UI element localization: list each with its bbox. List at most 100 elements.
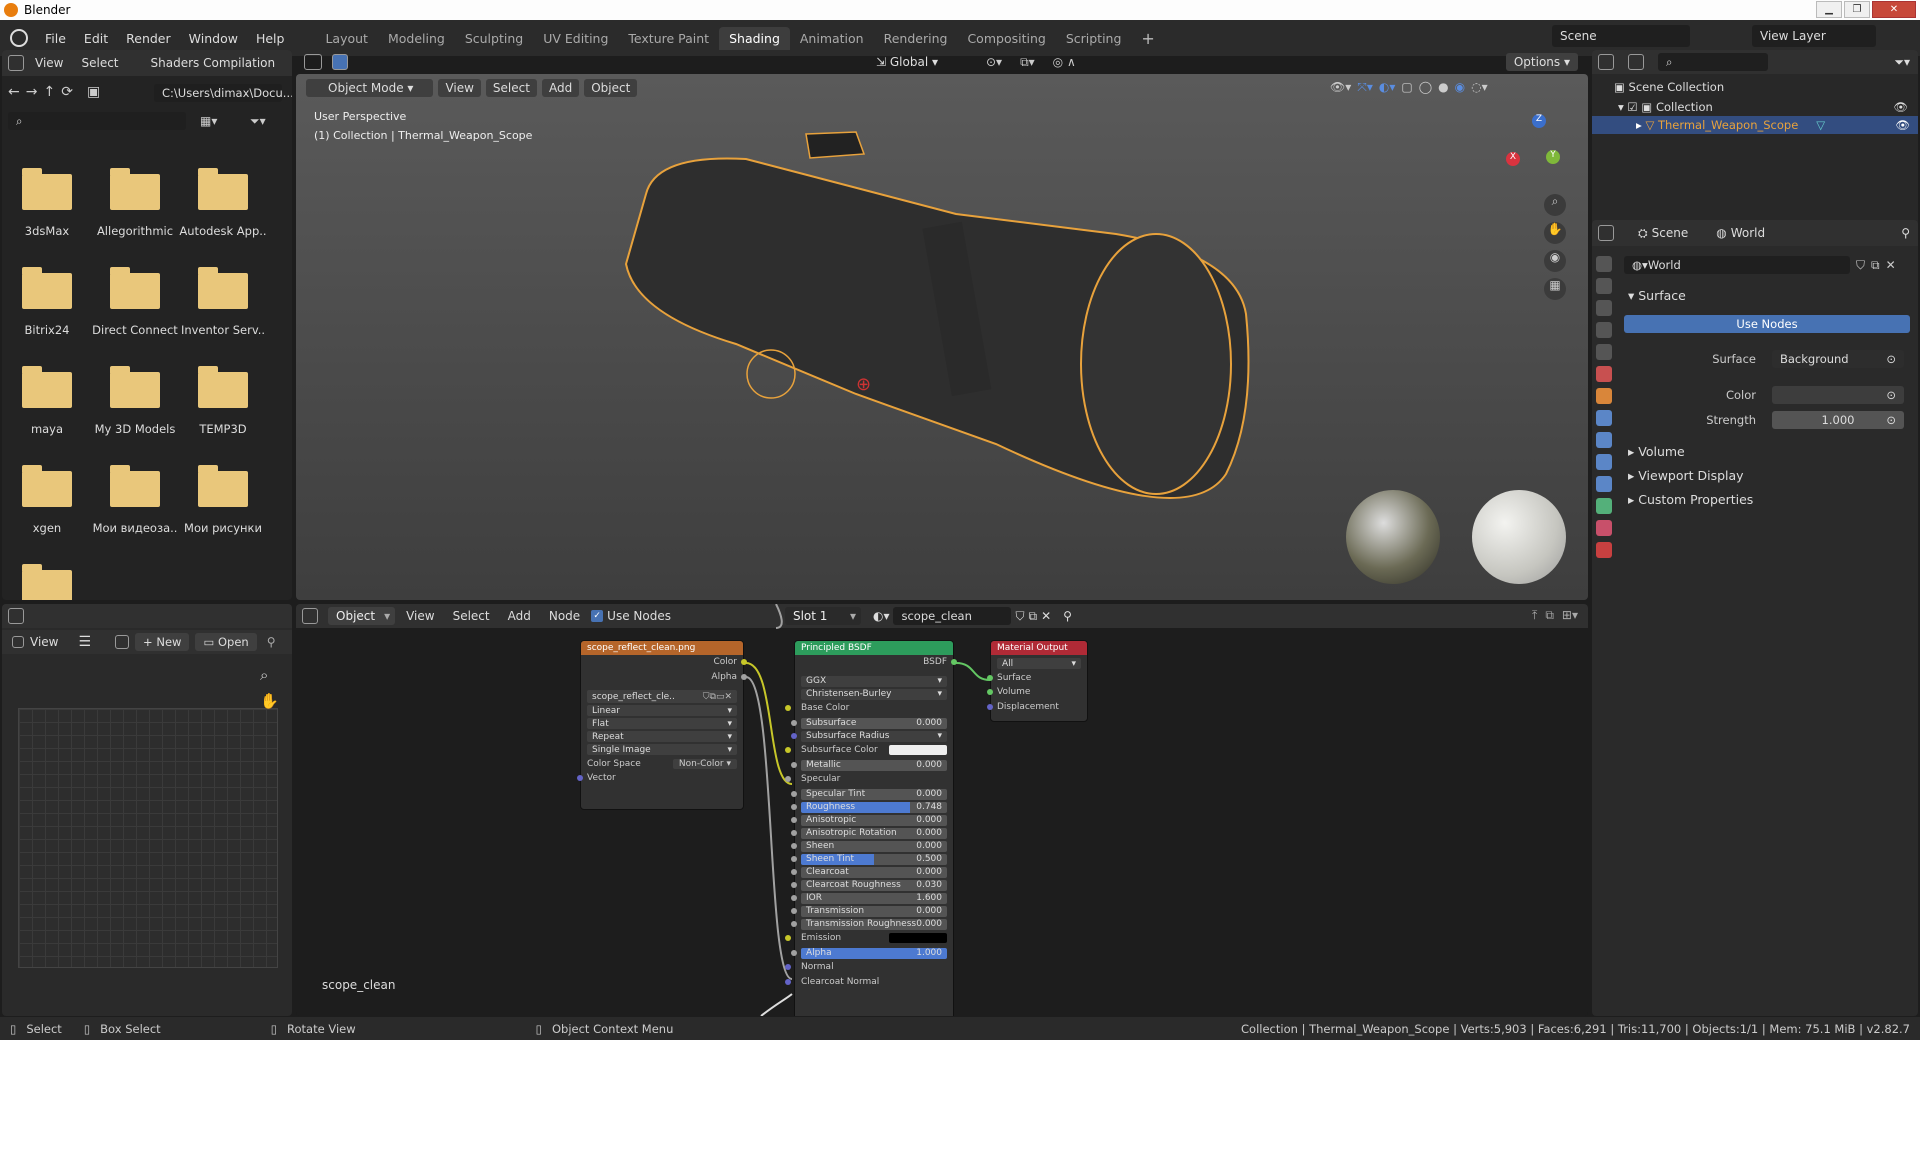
subsurface-method-dropdown[interactable]: Christensen-Burley ▾ (801, 688, 947, 700)
folder-item[interactable]: Allegorithmic (91, 168, 179, 238)
folder-item[interactable]: xgen (3, 465, 91, 535)
folder-item[interactable] (3, 564, 91, 600)
socket[interactable] (791, 843, 797, 849)
fb-search-field[interactable]: ⌕ (8, 112, 186, 130)
pin-icon[interactable]: ⚲ (1901, 226, 1910, 240)
socket[interactable] (741, 673, 747, 680)
folder-item[interactable]: Direct Connect (91, 267, 179, 337)
properties-breadcrumb-scene[interactable]: Scene (1652, 226, 1689, 240)
pivot-icon[interactable]: ⊙▾ (986, 55, 1002, 69)
tab-scripting[interactable]: Scripting (1056, 27, 1132, 50)
tab-modeling[interactable]: Modeling (378, 27, 455, 50)
ie-menu-view[interactable]: View (30, 635, 58, 649)
image-browse-icon[interactable] (115, 635, 130, 649)
extension-dropdown[interactable]: Repeat ▾ (587, 731, 737, 742)
parent-dir-icon[interactable]: ↑ (43, 84, 55, 100)
fb-bookmark[interactable]: Shaders Compilation (144, 54, 283, 72)
wireframe-shading-icon[interactable]: ◯ (1419, 80, 1432, 95)
display-mode-icon[interactable] (1628, 54, 1644, 70)
vp-menu-add[interactable]: Add (541, 79, 580, 97)
pin-icon[interactable]: ⚲ (267, 635, 276, 649)
surface-shader-field[interactable]: Background ⊙ (1772, 350, 1904, 368)
socket[interactable] (791, 921, 797, 927)
bsdf-input-ior[interactable]: IOR 1.600 (791, 892, 947, 904)
output-target-dropdown[interactable]: All ▾ (997, 658, 1081, 669)
color-swatch[interactable] (889, 933, 947, 944)
view-layer-selector[interactable]: View Layer (1752, 25, 1876, 47)
back-icon[interactable]: ← (8, 84, 20, 100)
constraints-tab-icon[interactable] (1596, 476, 1612, 492)
shader-node-editor[interactable]: Object View Select Add Node ✓ Use Nodes … (296, 604, 1588, 1016)
proportional-edit-icon[interactable]: ◎ ∧ (1053, 55, 1076, 69)
scene-tab-icon[interactable] (1596, 344, 1612, 360)
output-tab-icon[interactable] (1596, 300, 1612, 316)
surface-panel-header[interactable]: ▾ Surface (1628, 288, 1686, 303)
render-tab-icon[interactable] (1596, 278, 1612, 294)
view-layer-tab-icon[interactable] (1596, 322, 1612, 338)
volume-panel-header[interactable]: ▸ Volume (1628, 444, 1685, 459)
scope-model[interactable] (596, 114, 1276, 534)
data-tab-icon[interactable] (1596, 498, 1612, 514)
eye-icon[interactable]: 👁 (1895, 118, 1910, 132)
filter-icon[interactable]: ⏷▾ (250, 114, 266, 129)
options-dropdown[interactable]: Options ▾ (1505, 53, 1578, 71)
menu-window[interactable]: Window (180, 31, 247, 46)
grid-view-icon[interactable]: ▦ (1544, 278, 1566, 300)
tab-texture-paint[interactable]: Texture Paint (618, 27, 719, 50)
filter-icon[interactable]: ⏷▾ (1894, 55, 1910, 70)
socket[interactable] (791, 733, 797, 739)
tab-uv-editing[interactable]: UV Editing (533, 27, 618, 50)
socket[interactable] (987, 689, 993, 696)
uv-grid[interactable] (18, 708, 278, 968)
use-nodes-button[interactable]: Use Nodes (1624, 315, 1910, 333)
socket[interactable] (791, 830, 797, 836)
ie-open-button[interactable]: ▭ Open (195, 633, 257, 651)
snap-icon[interactable]: ⧉ (1545, 608, 1554, 623)
tab-sculpting[interactable]: Sculpting (455, 27, 533, 50)
folder-item[interactable]: maya (3, 366, 91, 436)
unlink-icon[interactable]: ✕ (1886, 258, 1896, 273)
outliner-scene-collection[interactable]: ▣ Scene Collection (1614, 80, 1724, 94)
visibility-icon[interactable]: 👁▾ (1330, 80, 1351, 95)
transform-orientation-dropdown[interactable]: ⇲ Global ▾ (868, 53, 946, 71)
world-datablock-field[interactable]: ◍▾ World (1624, 256, 1850, 274)
select-tool-icon[interactable] (332, 54, 348, 70)
tab-compositing[interactable]: Compositing (957, 27, 1055, 50)
socket[interactable] (987, 674, 993, 681)
snap-icon[interactable]: ⧉▾ (1020, 55, 1035, 70)
add-workspace-icon[interactable]: + (1131, 25, 1164, 52)
bsdf-input-anisotropic[interactable]: Anisotropic 0.000 (791, 814, 947, 826)
bsdf-input-specular-tint[interactable]: Specular Tint 0.000 (791, 788, 947, 800)
socket[interactable] (785, 978, 791, 985)
socket[interactable] (791, 804, 797, 810)
image-texture-node[interactable]: scope_reflect_clean.png Color Alpha scop… (577, 640, 747, 810)
tab-rendering[interactable]: Rendering (874, 27, 958, 50)
menu-render[interactable]: Render (117, 31, 180, 46)
object-tab-icon[interactable] (1596, 388, 1612, 404)
vp-menu-select[interactable]: Select (485, 79, 537, 97)
folder-item[interactable]: Мои видеоза.. (91, 465, 179, 535)
bsdf-input-sheen[interactable]: Sheen 0.000 (791, 840, 947, 852)
folder-item[interactable]: Inventor Serv.. (179, 267, 267, 337)
folder-item[interactable]: Мои рисунки (179, 465, 267, 535)
bsdf-input-sheen-tint[interactable]: Sheen Tint 0.500 (791, 853, 947, 865)
bsdf-input-roughness[interactable]: Roughness 0.748 (791, 801, 947, 813)
gizmo-z-icon[interactable]: Z (1532, 114, 1546, 128)
bsdf-input-metallic[interactable]: Metallic 0.000 (791, 759, 947, 771)
socket[interactable] (791, 856, 797, 862)
socket[interactable] (791, 791, 797, 797)
bsdf-input-subsurface[interactable]: Subsurface 0.000 (791, 717, 947, 729)
bsdf-input-subsurface-radius[interactable]: Subsurface Radius ▾ (791, 730, 947, 742)
viewport-display-panel-header[interactable]: ▸ Viewport Display (1628, 468, 1744, 483)
socket[interactable] (791, 817, 797, 823)
eye-icon[interactable]: 👁 (1893, 100, 1908, 114)
bsdf-input-transmission[interactable]: Transmission 0.000 (791, 905, 947, 917)
custom-properties-panel-header[interactable]: ▸ Custom Properties (1628, 492, 1753, 507)
tool-tab-icon[interactable] (1596, 256, 1612, 272)
vp-menu-object[interactable]: Object (584, 79, 638, 97)
outliner-object-row[interactable]: ▸ ▽ Thermal_Weapon_Scope ▽ 👁 (1592, 116, 1918, 134)
new-folder-icon[interactable]: ▣ (87, 84, 100, 100)
zoom-icon[interactable]: ⌕ (1544, 194, 1566, 216)
image-datablock-field[interactable]: scope_reflect_cle.. ⛉⧉▭✕ (587, 690, 737, 703)
zoom-icon[interactable]: ⌕ (260, 666, 268, 684)
